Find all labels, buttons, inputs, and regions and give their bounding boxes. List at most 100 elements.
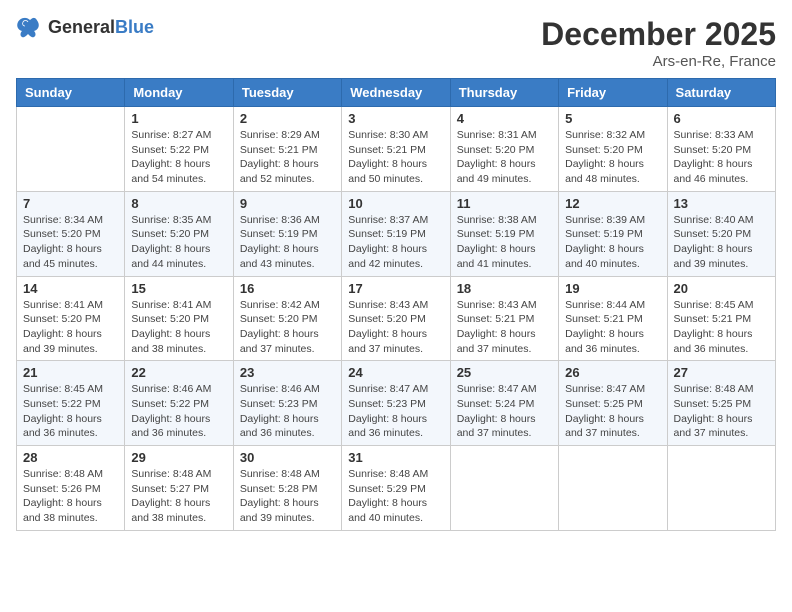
day-info: Sunrise: 8:46 AM Sunset: 5:23 PM Dayligh… (240, 382, 335, 441)
day-of-week-header: Saturday (667, 79, 775, 107)
calendar-cell: 1Sunrise: 8:27 AM Sunset: 5:22 PM Daylig… (125, 107, 233, 192)
day-number: 24 (348, 365, 443, 380)
calendar-week-row: 21 Sunrise: 8:45 AM Sunset: 5:22 PM Dayli… (17, 361, 776, 446)
day-number: 22 (131, 365, 226, 380)
day-number: 17 (348, 281, 443, 296)
day-info: Sunrise: 8:48 AM Sunset: 5:29 PM Dayligh… (348, 467, 443, 526)
day-number: 8 (131, 196, 226, 211)
calendar-cell: 31 Sunrise: 8:48 AM Sunset: 5:29 PM Dayli… (342, 446, 450, 531)
calendar-cell: 2 Sunrise: 8:29 AM Sunset: 5:21 PM Daylig… (233, 107, 341, 192)
day-info: Sunrise: 8:35 AM Sunset: 5:20 PM Dayligh… (131, 213, 226, 272)
day-info: Sunrise: 8:48 AM Sunset: 5:25 PM Dayligh… (674, 382, 769, 441)
day-of-week-header: Thursday (450, 79, 558, 107)
day-info: Sunrise: 8:45 AM Sunset: 5:22 PM Dayligh… (23, 382, 118, 441)
day-info: Sunrise: 8:47 AM Sunset: 5:24 PM Dayligh… (457, 382, 552, 441)
day-info: Sunrise: 8:34 AM Sunset: 5:20 PM Dayligh… (23, 213, 118, 272)
day-number: 29 (131, 450, 226, 465)
calendar-cell: 27 Sunrise: 8:48 AM Sunset: 5:25 PM Dayli… (667, 361, 775, 446)
logo-text: GeneralBlue (48, 17, 154, 38)
calendar-cell: 14 Sunrise: 8:41 AM Sunset: 5:20 PM Dayli… (17, 276, 125, 361)
calendar-cell: 11 Sunrise: 8:38 AM Sunset: 5:19 PM Dayli… (450, 191, 558, 276)
logo-bird-icon (16, 16, 44, 38)
calendar-cell: 24 Sunrise: 8:47 AM Sunset: 5:23 PM Dayli… (342, 361, 450, 446)
day-info: Sunrise: 8:33 AM Sunset: 5:20 PM Dayligh… (674, 128, 769, 187)
day-number: 21 (23, 365, 118, 380)
day-number: 27 (674, 365, 769, 380)
calendar-cell (450, 446, 558, 531)
calendar-cell: 12Sunrise: 8:39 AM Sunset: 5:19 PM Dayli… (559, 191, 667, 276)
day-number: 18 (457, 281, 552, 296)
day-info: Sunrise: 8:29 AM Sunset: 5:21 PM Dayligh… (240, 128, 335, 187)
day-number: 19 (565, 281, 660, 296)
day-of-week-header: Friday (559, 79, 667, 107)
day-number: 4 (457, 111, 552, 126)
calendar-cell: 21 Sunrise: 8:45 AM Sunset: 5:22 PM Dayli… (17, 361, 125, 446)
calendar-header-row: SundayMondayTuesdayWednesdayThursdayFrid… (17, 79, 776, 107)
day-info: Sunrise: 8:39 AM Sunset: 5:19 PM Dayligh… (565, 213, 660, 272)
day-number: 16 (240, 281, 335, 296)
calendar-week-row: 7 Sunrise: 8:34 AM Sunset: 5:20 PM Daylig… (17, 191, 776, 276)
day-info: Sunrise: 8:48 AM Sunset: 5:26 PM Dayligh… (23, 467, 118, 526)
calendar-cell: 29Sunrise: 8:48 AM Sunset: 5:27 PM Dayli… (125, 446, 233, 531)
day-number: 20 (674, 281, 769, 296)
day-info: Sunrise: 8:31 AM Sunset: 5:20 PM Dayligh… (457, 128, 552, 187)
calendar-cell: 15Sunrise: 8:41 AM Sunset: 5:20 PM Dayli… (125, 276, 233, 361)
day-info: Sunrise: 8:40 AM Sunset: 5:20 PM Dayligh… (674, 213, 769, 272)
day-of-week-header: Monday (125, 79, 233, 107)
day-number: 9 (240, 196, 335, 211)
day-number: 6 (674, 111, 769, 126)
calendar-week-row: 1Sunrise: 8:27 AM Sunset: 5:22 PM Daylig… (17, 107, 776, 192)
day-info: Sunrise: 8:30 AM Sunset: 5:21 PM Dayligh… (348, 128, 443, 187)
day-info: Sunrise: 8:32 AM Sunset: 5:20 PM Dayligh… (565, 128, 660, 187)
day-number: 13 (674, 196, 769, 211)
day-number: 14 (23, 281, 118, 296)
day-number: 11 (457, 196, 552, 211)
calendar-cell: 28Sunrise: 8:48 AM Sunset: 5:26 PM Dayli… (17, 446, 125, 531)
day-number: 25 (457, 365, 552, 380)
day-info: Sunrise: 8:42 AM Sunset: 5:20 PM Dayligh… (240, 298, 335, 357)
calendar-cell: 7 Sunrise: 8:34 AM Sunset: 5:20 PM Daylig… (17, 191, 125, 276)
day-info: Sunrise: 8:41 AM Sunset: 5:20 PM Dayligh… (23, 298, 118, 357)
calendar-cell: 17 Sunrise: 8:43 AM Sunset: 5:20 PM Dayli… (342, 276, 450, 361)
day-info: Sunrise: 8:38 AM Sunset: 5:19 PM Dayligh… (457, 213, 552, 272)
calendar-cell (667, 446, 775, 531)
day-number: 7 (23, 196, 118, 211)
day-of-week-header: Tuesday (233, 79, 341, 107)
day-info: Sunrise: 8:37 AM Sunset: 5:19 PM Dayligh… (348, 213, 443, 272)
calendar-cell: 18Sunrise: 8:43 AM Sunset: 5:21 PM Dayli… (450, 276, 558, 361)
day-info: Sunrise: 8:41 AM Sunset: 5:20 PM Dayligh… (131, 298, 226, 357)
day-number: 23 (240, 365, 335, 380)
day-number: 2 (240, 111, 335, 126)
calendar-cell: 3 Sunrise: 8:30 AM Sunset: 5:21 PM Daylig… (342, 107, 450, 192)
day-number: 26 (565, 365, 660, 380)
calendar-cell: 22Sunrise: 8:46 AM Sunset: 5:22 PM Dayli… (125, 361, 233, 446)
day-info: Sunrise: 8:47 AM Sunset: 5:23 PM Dayligh… (348, 382, 443, 441)
page-header: GeneralBlue December 2025 Ars-en-Re, Fra… (16, 16, 776, 70)
day-number: 5 (565, 111, 660, 126)
calendar-cell: 26Sunrise: 8:47 AM Sunset: 5:25 PM Dayli… (559, 361, 667, 446)
day-number: 30 (240, 450, 335, 465)
logo-general: General (48, 17, 115, 37)
day-number: 1 (131, 111, 226, 126)
calendar-cell (17, 107, 125, 192)
calendar-cell: 16 Sunrise: 8:42 AM Sunset: 5:20 PM Dayli… (233, 276, 341, 361)
calendar-cell: 8 Sunrise: 8:35 AM Sunset: 5:20 PM Daylig… (125, 191, 233, 276)
day-number: 10 (348, 196, 443, 211)
month-title: December 2025 (541, 16, 776, 53)
day-of-week-header: Sunday (17, 79, 125, 107)
calendar-cell: 10 Sunrise: 8:37 AM Sunset: 5:19 PM Dayli… (342, 191, 450, 276)
day-number: 3 (348, 111, 443, 126)
calendar-table: SundayMondayTuesdayWednesdayThursdayFrid… (16, 78, 776, 531)
day-info: Sunrise: 8:43 AM Sunset: 5:20 PM Dayligh… (348, 298, 443, 357)
calendar-cell: 5 Sunrise: 8:32 AM Sunset: 5:20 PM Daylig… (559, 107, 667, 192)
calendar-cell (559, 446, 667, 531)
calendar-cell: 9Sunrise: 8:36 AM Sunset: 5:19 PM Daylig… (233, 191, 341, 276)
title-area: December 2025 Ars-en-Re, France (541, 16, 776, 70)
calendar-cell: 6 Sunrise: 8:33 AM Sunset: 5:20 PM Daylig… (667, 107, 775, 192)
day-of-week-header: Wednesday (342, 79, 450, 107)
calendar-cell: 23 Sunrise: 8:46 AM Sunset: 5:23 PM Dayli… (233, 361, 341, 446)
logo: GeneralBlue (16, 16, 154, 38)
day-info: Sunrise: 8:48 AM Sunset: 5:28 PM Dayligh… (240, 467, 335, 526)
day-number: 31 (348, 450, 443, 465)
calendar-cell: 30 Sunrise: 8:48 AM Sunset: 5:28 PM Dayli… (233, 446, 341, 531)
